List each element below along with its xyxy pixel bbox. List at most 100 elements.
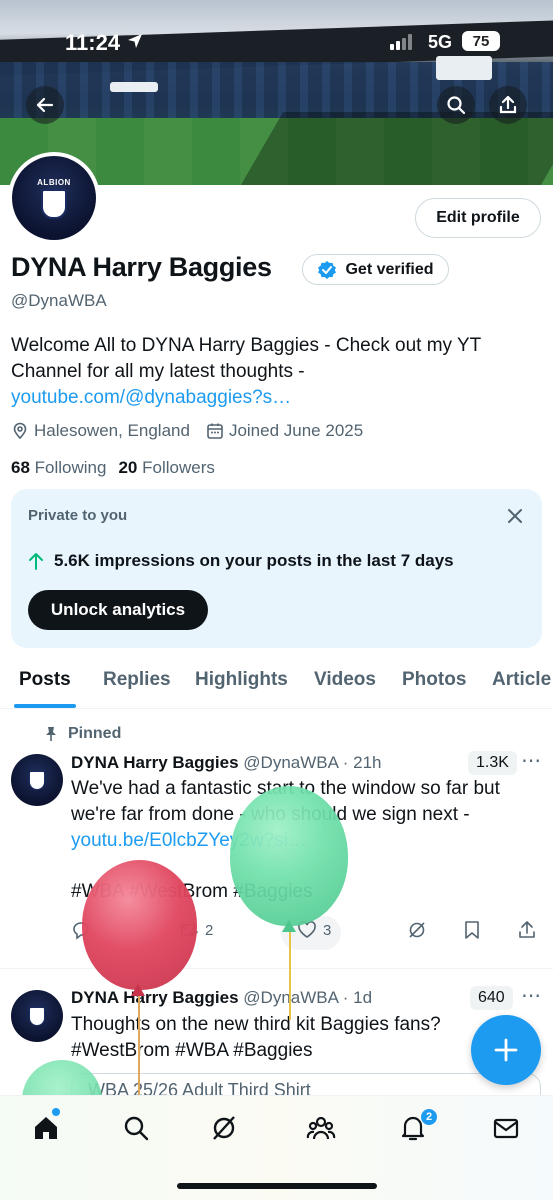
following-link[interactable]: 68 Following <box>11 458 106 478</box>
communities-icon <box>306 1116 336 1140</box>
post-body: Thoughts on the new third kit Baggies fa… <box>71 1014 441 1035</box>
balloon-string <box>138 995 140 1100</box>
nav-home[interactable] <box>30 1112 62 1144</box>
retweet-count: 2 <box>205 921 214 939</box>
active-tab-indicator <box>14 704 76 708</box>
like-count: 3 <box>323 921 332 939</box>
signal-icon <box>390 34 412 50</box>
pinned-text: Pinned <box>68 725 122 742</box>
banner-advert-board <box>110 82 158 92</box>
close-icon[interactable] <box>503 504 527 528</box>
get-verified-label: Get verified <box>345 260 434 278</box>
home-icon <box>35 1117 57 1139</box>
green-balloon <box>230 786 348 926</box>
mail-icon <box>493 1118 519 1139</box>
grok-icon <box>213 1116 235 1140</box>
more-options-icon[interactable]: ⋯ <box>521 748 542 773</box>
network-label: 5G <box>428 32 453 52</box>
grok-button[interactable] <box>407 920 427 940</box>
status-time: 11:24 <box>65 30 121 55</box>
post-avatar[interactable] <box>11 990 63 1042</box>
nav-explore[interactable] <box>120 1112 152 1144</box>
edit-profile-button[interactable]: Edit profile <box>415 198 541 238</box>
following-label: Following <box>34 458 107 477</box>
search-button[interactable] <box>437 86 475 124</box>
home-indicator <box>177 1183 377 1189</box>
profile-bio: Welcome All to DYNA Harry Baggies - Chec… <box>11 333 541 411</box>
location-arrow-icon <box>128 34 142 48</box>
views-badge[interactable]: 1.3K <box>468 751 517 775</box>
post-author-meta: @DynaWBA · 21h <box>243 753 382 772</box>
followers-link[interactable]: 20 Followers <box>118 458 214 478</box>
tab-photos[interactable]: Photos <box>402 669 466 691</box>
club-crest-icon <box>41 188 67 219</box>
views-badge[interactable]: 640 <box>470 986 513 1010</box>
tab-posts[interactable]: Posts <box>19 669 71 691</box>
share-icon <box>499 95 517 114</box>
followers-count: 20 <box>118 458 138 477</box>
arrow-left-icon <box>36 97 54 113</box>
impressions-summary: 5.6K impressions on your posts in the la… <box>28 551 454 571</box>
more-options-icon[interactable]: ⋯ <box>521 983 542 1008</box>
location-item: Halesowen, England <box>11 421 190 441</box>
avatar-text: ALBION <box>37 177 71 187</box>
share-button[interactable] <box>489 86 527 124</box>
profile-avatar[interactable]: ALBION <box>8 152 100 244</box>
bookmark-icon <box>465 921 479 939</box>
post-author-name[interactable]: DYNA Harry Baggies <box>71 988 239 1007</box>
get-verified-button[interactable]: Get verified <box>302 254 449 285</box>
share-post-button[interactable] <box>517 920 537 940</box>
nav-communities[interactable] <box>305 1112 337 1144</box>
profile-meta: Halesowen, England Joined June 2025 <box>11 421 363 441</box>
bookmark-button[interactable] <box>463 920 481 940</box>
bio-link[interactable]: youtube.com/@dynabaggies?s… <box>11 387 291 408</box>
pin-icon <box>46 727 56 741</box>
search-icon <box>124 1116 149 1141</box>
avatar-image: ALBION <box>12 156 96 240</box>
arrow-up-icon <box>29 553 43 570</box>
tab-replies[interactable]: Replies <box>103 669 171 691</box>
nav-grok[interactable] <box>208 1112 240 1144</box>
analytics-card: Private to you 5.6K impressions on your … <box>11 489 542 648</box>
balloon-string <box>289 930 291 1020</box>
location-text: Halesowen, England <box>34 421 190 440</box>
club-crest-icon <box>29 770 45 790</box>
location-pin-icon <box>13 422 27 440</box>
home-unread-dot <box>52 1108 60 1116</box>
joined-text: Joined June 2025 <box>228 421 364 440</box>
post-avatar[interactable] <box>11 754 63 806</box>
display-name: DYNA Harry Baggies <box>11 252 272 282</box>
bio-text: Welcome All to DYNA Harry Baggies - Chec… <box>11 335 481 382</box>
post-divider <box>0 968 553 969</box>
post-author-meta: @DynaWBA · 1d <box>243 988 373 1007</box>
club-crest-icon <box>29 1006 45 1026</box>
banner-advert-board <box>436 56 492 80</box>
followers-label: Followers <box>142 458 215 477</box>
compose-button[interactable] <box>471 1015 541 1085</box>
battery-indicator: 75 <box>462 31 500 51</box>
share-icon <box>519 921 535 938</box>
post-author-name[interactable]: DYNA Harry Baggies <box>71 753 239 772</box>
tab-highlights[interactable]: Highlights <box>195 669 288 691</box>
pinned-label: Pinned <box>44 725 121 743</box>
tab-videos[interactable]: Videos <box>314 669 376 691</box>
following-count: 68 <box>11 458 30 477</box>
profile-handle: @DynaWBA <box>11 291 107 310</box>
search-icon <box>447 96 466 115</box>
grok-icon <box>409 922 425 938</box>
battery-level: 75 <box>472 32 490 50</box>
nav-messages[interactable] <box>490 1112 522 1144</box>
private-label: Private to you <box>28 507 128 524</box>
unlock-analytics-button[interactable]: Unlock analytics <box>28 590 208 630</box>
calendar-icon <box>207 423 223 439</box>
back-button[interactable] <box>26 86 64 124</box>
notification-badge: 2 <box>420 1108 438 1126</box>
joined-item: Joined June 2025 <box>206 421 363 441</box>
red-balloon <box>82 860 197 990</box>
tab-articles[interactable]: Article <box>492 669 551 691</box>
profile-tabs: Posts Replies Highlights Videos Photos A… <box>0 663 553 709</box>
plus-icon <box>494 1038 518 1062</box>
impressions-text: 5.6K impressions on your posts in the la… <box>54 551 454 570</box>
post-header: DYNA Harry Baggies @DynaWBA · 21h <box>71 753 381 773</box>
verified-badge-icon <box>318 260 337 279</box>
